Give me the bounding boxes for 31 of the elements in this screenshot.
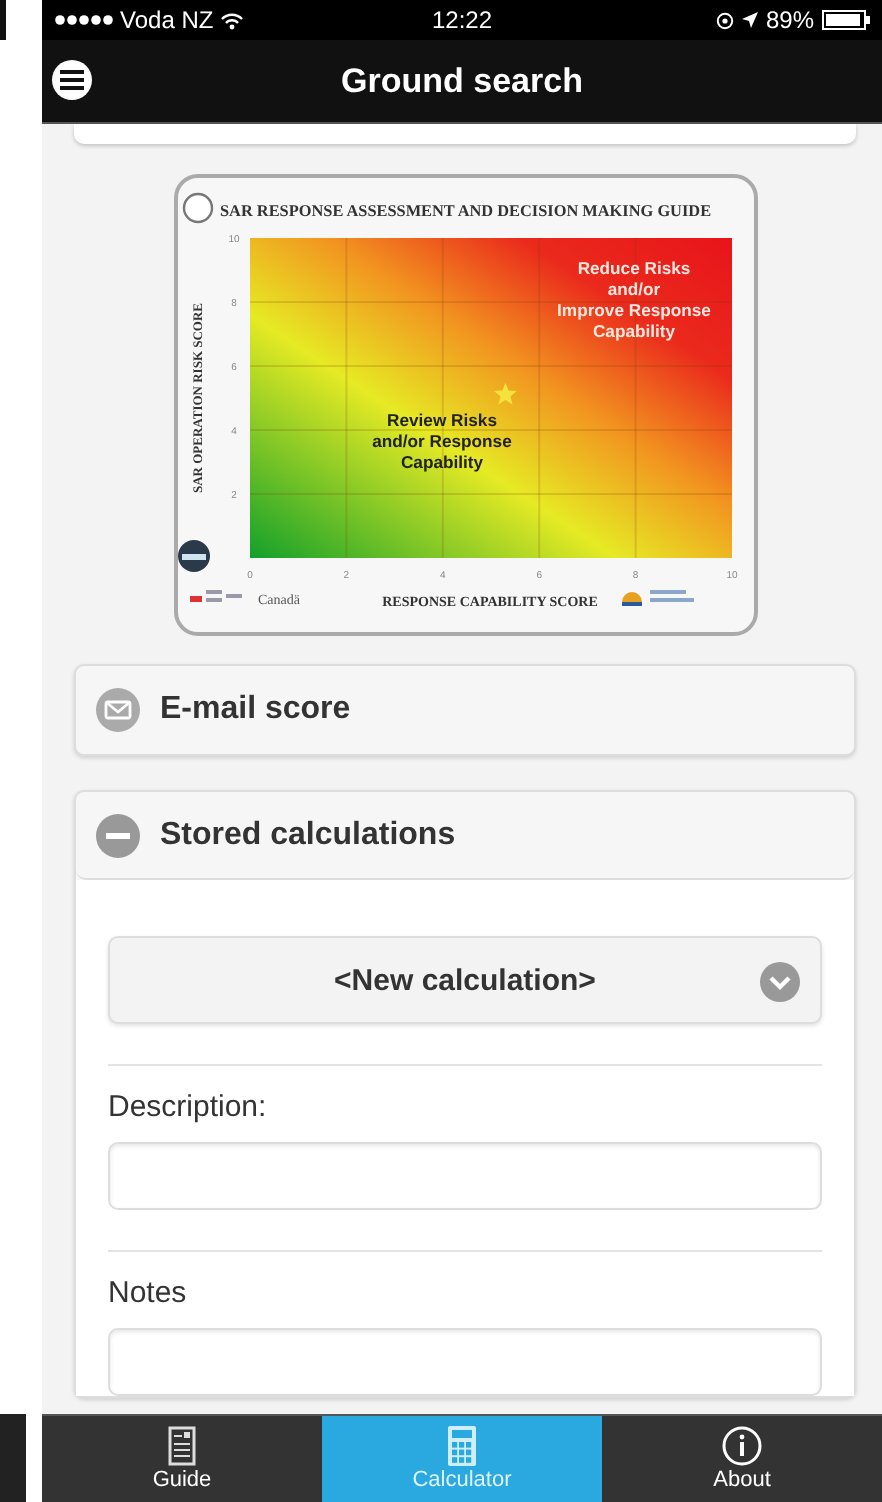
carrier-name: Voda NZ: [120, 6, 214, 34]
chevron-down-icon: [760, 962, 800, 1002]
flag-logo-icon: [189, 590, 241, 602]
document-icon: [168, 1426, 196, 1466]
field-label: Description:: [108, 1090, 269, 1124]
panel-header[interactable]: Stored calculations: [76, 792, 854, 880]
input-field[interactable]: [108, 1328, 822, 1396]
agency-logo-icon: [621, 590, 693, 606]
circle-icon: [181, 192, 213, 224]
zone-label: Review Risks and/or Response Capability: [371, 410, 511, 472]
location-arrow-icon: [741, 12, 758, 28]
clock-time: 12:22: [431, 6, 493, 34]
page-title: Ground search: [341, 61, 583, 101]
calculator-icon: [448, 1426, 476, 1466]
panel-header[interactable]: E-mail score: [76, 666, 854, 754]
signal-icon: [54, 14, 114, 26]
input-field[interactable]: [108, 1142, 822, 1210]
frame-edge: [0, 1414, 26, 1502]
calculation-select[interactable]: <New calculation>: [108, 936, 822, 1024]
emblem-icon: [177, 540, 209, 572]
zone-label: Reduce Risks and/or Improve Response Capability: [556, 258, 710, 341]
battery-percent: 89%: [765, 6, 814, 34]
rotation-lock-icon: [715, 11, 734, 29]
info-icon: [722, 1426, 762, 1466]
field-label: Notes: [108, 1276, 189, 1310]
mail-icon: [96, 688, 140, 732]
menu-button[interactable]: [52, 60, 92, 100]
battery-icon: [822, 10, 870, 30]
frame-edge: [0, 0, 6, 40]
wifi-icon: [219, 11, 244, 29]
guide-title: SAR RESPONSE ASSESSMENT AND DECISION MAKING GUIDE: [219, 202, 711, 220]
